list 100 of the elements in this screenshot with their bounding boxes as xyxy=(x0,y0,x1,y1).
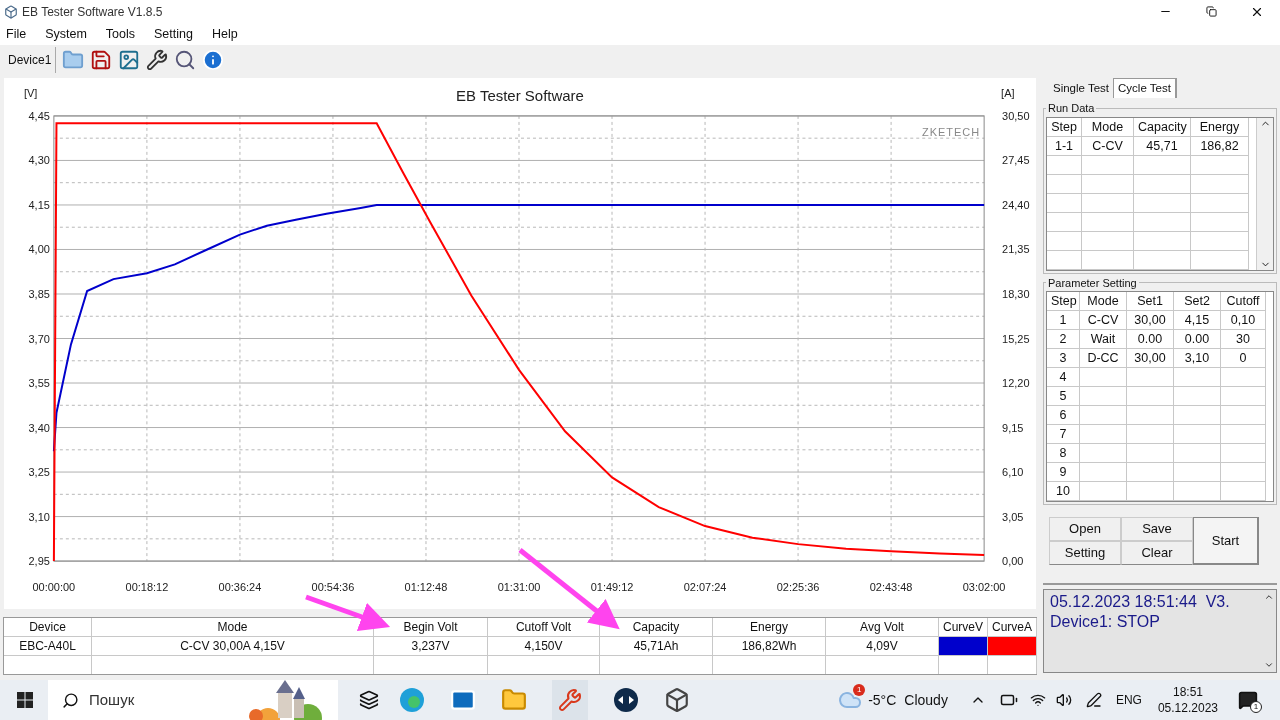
start-button[interactable]: Start xyxy=(1193,517,1259,565)
table-cell xyxy=(1134,231,1191,251)
table-cell xyxy=(1174,406,1221,425)
mail-icon[interactable] xyxy=(450,687,476,713)
table-cell: C-CV 30,00A 4,15V xyxy=(92,637,374,656)
task-view-icon[interactable] xyxy=(359,690,379,710)
axis-label: 00:00:00 xyxy=(32,581,76,594)
menu-item[interactable]: Tools xyxy=(105,24,136,44)
table-cell: 186,82Wh xyxy=(713,637,826,656)
browser-icon[interactable] xyxy=(399,687,425,713)
scrollbar[interactable] xyxy=(1256,117,1273,270)
table-cell xyxy=(1191,231,1249,251)
table-cell: 45,71Ah xyxy=(600,637,713,656)
table-cell xyxy=(1191,212,1249,232)
image-icon[interactable] xyxy=(118,49,141,71)
weather-text[interactable]: Cloudy xyxy=(904,689,948,711)
table-cell: Capacity xyxy=(1134,117,1191,137)
group-title: Parameter Setting xyxy=(1047,275,1138,291)
menu-item[interactable]: Help xyxy=(211,24,238,44)
clock-time[interactable]: 18:51 xyxy=(1172,684,1203,700)
table-cell: EBC-A40L xyxy=(4,637,92,656)
table-cell: 1-1 xyxy=(1047,136,1082,156)
table-cell: 2 xyxy=(1047,330,1080,349)
axis-label: 01:31:00 xyxy=(497,581,541,594)
menu-item[interactable]: System xyxy=(45,24,87,44)
clock-date[interactable]: 05.12.2023 xyxy=(1157,700,1218,716)
scroll-down-icon[interactable] xyxy=(1264,660,1274,670)
table-cell xyxy=(1047,212,1082,232)
axis-label: 3,25 xyxy=(28,466,50,479)
table-cell xyxy=(1221,482,1266,501)
table-cell xyxy=(1127,482,1174,501)
table-cell xyxy=(1174,482,1221,501)
menu-item[interactable]: Setting xyxy=(154,24,193,44)
tab[interactable]: Cycle Test xyxy=(1113,78,1177,98)
brand-label: ZKETECH xyxy=(921,125,981,138)
search-icon[interactable] xyxy=(174,49,197,71)
table-cell xyxy=(1174,368,1221,387)
open-button[interactable]: Open xyxy=(1049,517,1121,541)
axis-label: 3,40 xyxy=(28,421,50,434)
remote-icon[interactable] xyxy=(613,687,639,713)
scroll-up-icon[interactable] xyxy=(1264,592,1274,602)
table-cell xyxy=(1221,368,1266,387)
table-cell xyxy=(1082,212,1134,232)
axis-label: 12,20 xyxy=(1002,377,1030,389)
axis-unit: [A] xyxy=(1001,86,1015,99)
axis-label: 0,00 xyxy=(1002,555,1024,568)
wifi-icon[interactable] xyxy=(1029,692,1046,708)
tools-icon[interactable] xyxy=(146,49,169,71)
table-cell: 0.00 xyxy=(1174,330,1221,349)
table-cell xyxy=(1221,387,1266,406)
table-cell: Device xyxy=(4,618,92,637)
pen-icon[interactable] xyxy=(1085,692,1102,708)
table-cell: Wait xyxy=(1080,330,1127,349)
table-cell: Step xyxy=(1047,117,1082,137)
tab[interactable]: Single Test xyxy=(1049,80,1114,98)
table-cell xyxy=(1082,250,1134,270)
table-cell xyxy=(1080,482,1127,501)
table-cell xyxy=(1191,193,1249,213)
folder-icon[interactable] xyxy=(501,687,527,713)
save-icon[interactable] xyxy=(90,49,113,71)
log-line: Device1: STOP xyxy=(1050,612,1161,632)
save-button[interactable]: Save xyxy=(1121,517,1193,541)
table-cell xyxy=(1221,463,1266,482)
table-cell: 4,150V xyxy=(488,637,600,656)
axis-label: 24,40 xyxy=(1002,198,1030,211)
table-cell: 8 xyxy=(1047,444,1080,463)
group-title: Run Data xyxy=(1047,101,1096,116)
info-icon[interactable] xyxy=(202,49,225,71)
table-cell: Set2 xyxy=(1174,292,1221,311)
axis-label: 3,05 xyxy=(1002,510,1024,523)
table-cell: 3,237V xyxy=(374,637,488,656)
axis-label: 15,25 xyxy=(1002,332,1030,345)
table-cell: Energy xyxy=(1191,117,1249,137)
axis-label: 00:54:36 xyxy=(311,581,355,594)
volume-icon[interactable] xyxy=(1055,692,1072,708)
table-cell xyxy=(1134,212,1191,232)
axis-label: 2,95 xyxy=(28,555,50,568)
table-cell: 1 xyxy=(1047,311,1080,330)
temperature[interactable]: -5°C xyxy=(868,689,897,711)
table-cell xyxy=(1127,463,1174,482)
table-cell xyxy=(1127,368,1174,387)
box-icon[interactable] xyxy=(664,687,690,713)
table-cell xyxy=(1082,174,1134,194)
axis-label: 3,10 xyxy=(28,510,50,523)
clear-button[interactable]: Clear xyxy=(1121,541,1193,565)
table-cell: 0.00 xyxy=(1127,330,1174,349)
table-cell: 4,15 xyxy=(1174,311,1221,330)
device-tab[interactable]: Device1 xyxy=(4,47,57,73)
table-cell xyxy=(1127,406,1174,425)
table-cell xyxy=(1127,387,1174,406)
table-cell: 30,00 xyxy=(1127,349,1174,368)
windows-icon[interactable] xyxy=(17,692,33,708)
setting-button[interactable]: Setting xyxy=(1049,541,1121,565)
table-cell: Capacity xyxy=(600,618,713,637)
table-cell: D-CC xyxy=(1080,349,1127,368)
table-cell xyxy=(1080,406,1127,425)
menu-item[interactable]: File xyxy=(6,24,27,44)
language-indicator[interactable]: ENG xyxy=(1115,691,1142,709)
search-field[interactable]: Пошук xyxy=(48,680,338,720)
search-placeholder: Пошук xyxy=(89,689,135,710)
